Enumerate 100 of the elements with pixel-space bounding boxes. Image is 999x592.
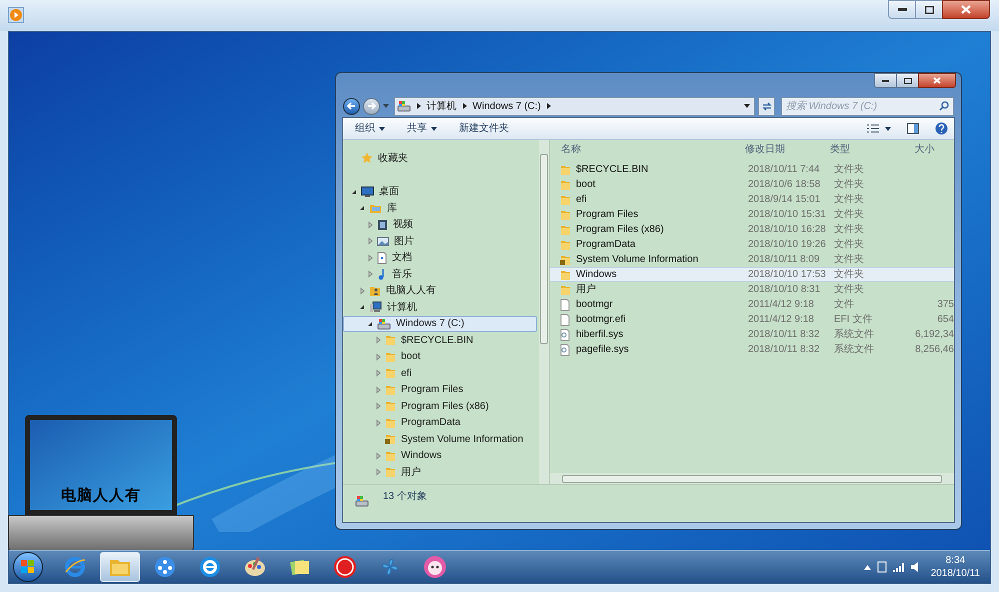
forward-button[interactable] bbox=[362, 98, 380, 114]
minimize-button[interactable] bbox=[874, 73, 897, 88]
file-row[interactable]: bootmgr 2011/4/12 9:18 文件 375 bbox=[550, 297, 954, 312]
file-date: 2018/10/10 19:26 bbox=[748, 238, 827, 252]
maximize-button[interactable] bbox=[916, 0, 942, 19]
start-button[interactable] bbox=[13, 552, 43, 582]
file-row[interactable]: $RECYCLE.BIN 2018/10/11 7:44 文件夹 bbox=[550, 162, 954, 177]
breadcrumb-arrow-icon[interactable] bbox=[416, 103, 421, 109]
help-icon[interactable] bbox=[935, 122, 948, 135]
folder-icon bbox=[385, 400, 396, 412]
breadcrumb-arrow-icon[interactable] bbox=[546, 103, 551, 109]
file-date: 2018/10/11 7:44 bbox=[748, 163, 821, 177]
tree-item[interactable]: 库 bbox=[343, 200, 537, 216]
library-icon bbox=[369, 202, 382, 214]
breadcrumb-item[interactable]: Windows 7 (C:) bbox=[472, 98, 541, 114]
tree-item[interactable]: Program Files bbox=[343, 382, 537, 398]
file-row[interactable]: System Volume Information 2018/10/11 8:09 文件夹 bbox=[550, 252, 954, 267]
tree-item[interactable]: 电脑人人有 bbox=[343, 282, 537, 299]
file-name: Program Files bbox=[576, 208, 640, 222]
speaker-icon[interactable] bbox=[910, 562, 921, 572]
file-name: hiberfil.sys bbox=[576, 328, 624, 342]
preview-pane-icon[interactable] bbox=[907, 123, 919, 134]
toolbar-button[interactable]: 新建文件夹 bbox=[451, 120, 517, 138]
back-button[interactable] bbox=[343, 98, 360, 114]
tree-item[interactable]: 桌面 bbox=[343, 184, 537, 200]
toolbar-button[interactable]: 共享 bbox=[399, 120, 445, 138]
windows-logo-icon bbox=[21, 560, 35, 574]
file-row[interactable]: bootmgr.efi 2011/4/12 9:18 EFI 文件 654 bbox=[550, 312, 954, 327]
close-button[interactable] bbox=[942, 0, 990, 19]
file-name: bootmgr bbox=[576, 298, 614, 312]
breadcrumb-item[interactable]: 计算机 bbox=[426, 98, 457, 114]
refresh-button[interactable] bbox=[758, 96, 775, 116]
address-bar[interactable]: 计算机 Windows 7 (C:) bbox=[394, 96, 756, 116]
tree-item[interactable]: Windows bbox=[343, 448, 537, 464]
search-icon bbox=[938, 101, 949, 111]
file-type: 文件夹 bbox=[834, 282, 865, 297]
scrollbar-thumb[interactable] bbox=[540, 154, 548, 344]
file-row[interactable]: Program Files 2018/10/10 15:31 文件夹 bbox=[550, 207, 954, 222]
close-button[interactable] bbox=[918, 73, 956, 88]
maximize-button[interactable] bbox=[897, 73, 918, 88]
minimize-button[interactable] bbox=[888, 0, 916, 19]
breadcrumb-arrow-icon[interactable] bbox=[462, 103, 467, 109]
tree-item[interactable]: Program Files (x86) bbox=[343, 398, 537, 414]
file-row[interactable]: ProgramData 2018/10/10 19:26 文件夹 bbox=[550, 237, 954, 252]
tree-item[interactable]: 音乐 bbox=[343, 266, 537, 282]
file-row[interactable]: Program Files (x86) 2018/10/10 16:28 文件夹 bbox=[550, 222, 954, 237]
file-row[interactable]: Windows 2018/10/10 17:53 文件夹 bbox=[550, 267, 954, 282]
search-field[interactable]: 搜索 Windows 7 (C:) bbox=[780, 96, 954, 116]
folder-icon bbox=[560, 284, 571, 296]
column-header[interactable]: 名称 bbox=[561, 142, 746, 156]
search-input[interactable]: 搜索 Windows 7 (C:) bbox=[786, 98, 939, 114]
clock[interactable]: 8:34 2018/10/11 bbox=[926, 554, 984, 580]
clock-date: 2018/10/11 bbox=[930, 567, 980, 580]
view-list-icon[interactable] bbox=[867, 124, 879, 133]
file-name: bootmgr.efi bbox=[576, 313, 626, 327]
tree-item[interactable]: 文档 bbox=[343, 250, 537, 266]
column-header[interactable]: 大小 bbox=[914, 142, 954, 156]
scrollbar-thumb[interactable] bbox=[562, 474, 942, 482]
show-hidden-icons-icon[interactable] bbox=[864, 564, 871, 570]
file-size: 6,192,34 bbox=[915, 328, 954, 342]
tree-item[interactable]: efi bbox=[343, 365, 537, 382]
tree-item[interactable]: 收藏夹 bbox=[343, 150, 537, 166]
tree-item[interactable]: Windows 7 (C:) bbox=[343, 316, 537, 332]
caret-icon[interactable] bbox=[885, 126, 891, 130]
tree-item[interactable]: $RECYCLE.BIN bbox=[343, 332, 537, 348]
file-row[interactable]: boot 2018/10/6 18:58 文件夹 bbox=[550, 177, 954, 192]
tree-item[interactable]: 计算机 bbox=[343, 299, 537, 316]
caret-icon bbox=[431, 126, 437, 130]
item-count: 13 个对象 bbox=[383, 490, 427, 504]
tree-item[interactable]: System Volume Information bbox=[343, 431, 537, 448]
folder-icon bbox=[560, 164, 571, 176]
horizontal-scrollbar[interactable] bbox=[550, 473, 954, 484]
file-date: 2018/10/10 8:31 bbox=[748, 283, 822, 297]
close-icon bbox=[961, 5, 971, 14]
file-row[interactable]: pagefile.sys 2018/10/11 8:32 系统文件 8,256,46 bbox=[550, 342, 954, 357]
tree-item[interactable]: 视频 bbox=[343, 216, 537, 233]
column-header[interactable]: 类型 bbox=[830, 142, 915, 156]
play-icon bbox=[8, 7, 24, 23]
caret-icon[interactable] bbox=[744, 104, 750, 108]
file-date: 2018/10/10 17:53 bbox=[748, 268, 827, 282]
tree-item[interactable]: 图片 bbox=[343, 233, 537, 250]
vertical-scrollbar[interactable] bbox=[539, 140, 549, 484]
device-icon[interactable] bbox=[876, 561, 887, 573]
file-name: boot bbox=[576, 178, 596, 192]
close-icon bbox=[933, 77, 941, 84]
drive-icon bbox=[377, 318, 391, 330]
file-date: 2011/4/12 9:18 bbox=[748, 298, 815, 312]
tree-item[interactable]: 用户 bbox=[343, 464, 537, 480]
toolbar-button[interactable]: 组织 bbox=[347, 120, 393, 138]
file-row[interactable]: efi 2018/9/14 15:01 文件夹 bbox=[550, 192, 954, 207]
tree-item[interactable]: boot bbox=[343, 348, 537, 365]
tree-item[interactable]: ProgramData bbox=[343, 414, 537, 431]
signal-bars-icon[interactable] bbox=[892, 562, 905, 572]
file-row[interactable]: hiberfil.sys 2018/10/11 8:32 系统文件 6,192,34 bbox=[550, 327, 954, 342]
folder-icon bbox=[385, 416, 396, 429]
file-size: 8,256,46 bbox=[915, 343, 954, 357]
file-name: pagefile.sys bbox=[576, 343, 630, 357]
column-header[interactable]: 修改日期 bbox=[745, 142, 830, 156]
folder-icon bbox=[560, 238, 571, 250]
file-row[interactable]: 用户 2018/10/10 8:31 文件夹 bbox=[550, 282, 954, 297]
